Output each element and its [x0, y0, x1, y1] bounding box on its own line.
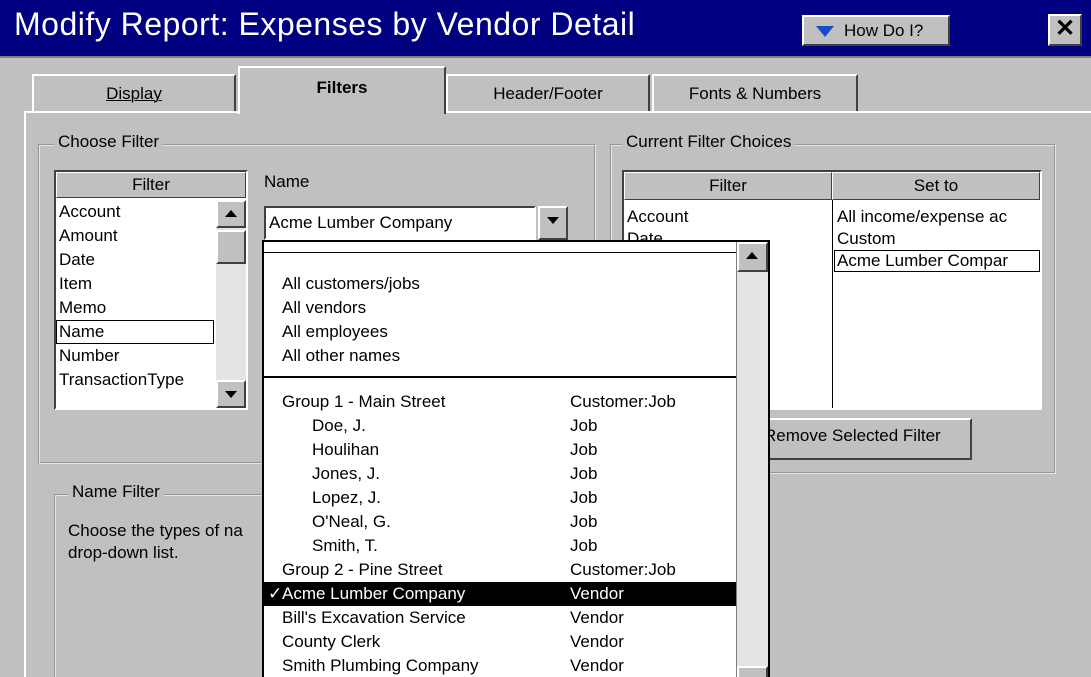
filter-item-amount[interactable]: Amount [56, 224, 214, 248]
dropdown-item-name: Smith, T. [312, 536, 378, 555]
dropdown-item[interactable]: Smith, T. Job [264, 534, 736, 558]
dropdown-group-vendors[interactable]: All vendors [282, 296, 420, 320]
name-dropdown-button[interactable] [538, 206, 568, 240]
filter-list-header: Filter [56, 172, 246, 198]
close-icon: ✕ [1054, 15, 1076, 42]
dropdown-top-divider [264, 252, 736, 253]
row-filter-account[interactable]: Account [624, 206, 832, 228]
name-combo-input[interactable]: Acme Lumber Company [264, 206, 536, 240]
dropdown-scroll-down-icon[interactable] [737, 666, 768, 677]
window-title: Modify Report: Expenses by Vendor Detail [14, 6, 636, 42]
scroll-down-icon[interactable] [216, 380, 246, 408]
dropdown-scroll-up-icon[interactable] [737, 242, 768, 272]
dropdown-item-type: Job [570, 440, 598, 459]
dropdown-item-type: Job [570, 416, 598, 435]
set-to-col-cells: All income/expense ac Custom Acme Lumber… [834, 206, 1040, 272]
dropdown-item-name: Doe, J. [312, 416, 366, 435]
dropdown-item-name: Jones, J. [312, 464, 381, 483]
tab-header-footer[interactable]: Header/Footer [446, 74, 650, 114]
dropdown-item-name: Houlihan [312, 440, 380, 459]
dropdown-item-type: Customer:Job [570, 392, 676, 411]
tab-fonts-numbers-label: Fonts & Numbers [688, 84, 822, 103]
tab-filters-label: Filters [316, 78, 368, 97]
dropdown-item-name: Smith Plumbing Company [282, 656, 479, 675]
dropdown-item-type: Vendor [570, 584, 624, 603]
dropdown-scrollbar[interactable] [736, 242, 768, 677]
filter-item-account[interactable]: Account [56, 200, 214, 224]
scroll-up-icon[interactable] [216, 200, 246, 228]
close-button[interactable]: ✕ [1048, 14, 1082, 46]
dropdown-item-name: Acme Lumber Company [282, 584, 466, 603]
filter-item-date[interactable]: Date [56, 248, 214, 272]
remove-filter-label: Remove Selected Filter [764, 426, 941, 445]
name-filter-legend: Name Filter [68, 482, 164, 502]
dropdown-item-name: O'Neal, G. [312, 512, 391, 531]
dropdown-item-type: Job [570, 488, 598, 507]
name-filter-text: Choose the types of na drop-down list. [68, 520, 243, 564]
tab-filters[interactable]: Filters [238, 66, 446, 114]
column-divider [832, 200, 833, 408]
dropdown-item-name: Group 1 - Main Street [282, 392, 446, 411]
dropdown-item[interactable]: Houlihan Job [264, 438, 736, 462]
col-set-to-header: Set to [832, 172, 1040, 200]
col-filter-header: Filter [624, 172, 832, 200]
tab-display[interactable]: Display [32, 74, 236, 114]
how-do-i-label: How Do I? [844, 21, 924, 40]
row-setto-account[interactable]: All income/expense ac [834, 206, 1040, 228]
row-setto-date[interactable]: Custom [834, 228, 1040, 250]
dropdown-item-name: Group 2 - Pine Street [282, 560, 443, 579]
dropdown-item[interactable]: Bill's Excavation Service Vendor [264, 606, 736, 630]
dropdown-item-selected[interactable]: ✓ Acme Lumber Company Vendor [264, 582, 736, 606]
checkmark-icon: ✓ [268, 584, 283, 603]
tab-fonts-numbers[interactable]: Fonts & Numbers [652, 74, 858, 114]
dropdown-item-type: Job [570, 464, 598, 483]
dropdown-item[interactable]: O'Neal, G. Job [264, 510, 736, 534]
name-filter-text-line1: Choose the types of na [68, 521, 243, 540]
filter-list-items: Account Amount Date Item Memo Name Numbe… [56, 200, 214, 392]
dropdown-item[interactable]: Jones, J. Job [264, 462, 736, 486]
tab-display-label: Display [106, 84, 162, 103]
dropdown-group-other-names[interactable]: All other names [282, 344, 420, 368]
current-filter-legend: Current Filter Choices [622, 132, 796, 152]
dropdown-item-type: Job [570, 536, 598, 555]
dropdown-item-type: Vendor [570, 608, 624, 627]
dropdown-item[interactable]: Group 2 - Pine Street Customer:Job [264, 558, 736, 582]
dropdown-section-divider [264, 376, 736, 378]
filter-list-scrollbar[interactable] [216, 200, 246, 408]
filter-item-transactiontype[interactable]: TransactionType [56, 368, 214, 392]
name-dropdown-list[interactable]: All customers/jobs All vendors All emplo… [262, 240, 770, 677]
filter-item-memo[interactable]: Memo [56, 296, 214, 320]
title-bar: Modify Report: Expenses by Vendor Detail… [0, 0, 1091, 58]
filter-item-item[interactable]: Item [56, 272, 214, 296]
filter-list[interactable]: Filter Account Amount Date Item Memo Nam… [54, 170, 248, 410]
dropdown-item[interactable]: Doe, J. Job [264, 414, 736, 438]
name-filter-text-line2: drop-down list. [68, 543, 179, 562]
dropdown-item-type: Customer:Job [570, 560, 676, 579]
dropdown-item-name: County Clerk [282, 632, 381, 651]
dropdown-groups: All customers/jobs All vendors All emplo… [282, 272, 420, 368]
dropdown-item[interactable]: Lopez, J. Job [264, 486, 736, 510]
dropdown-item[interactable]: County Clerk Vendor [264, 630, 736, 654]
dropdown-item-type: Job [570, 512, 598, 531]
dropdown-item-name: Bill's Excavation Service [282, 608, 466, 627]
dropdown-item-type: Vendor [570, 656, 624, 675]
dropdown-item-name: Lopez, J. [312, 488, 381, 507]
how-do-i-button[interactable]: How Do I? [802, 15, 950, 46]
dropdown-item-type: Vendor [570, 632, 624, 651]
row-setto-name[interactable]: Acme Lumber Compar [834, 250, 1040, 272]
dropdown-arrow-icon [816, 26, 834, 37]
tab-header-footer-label: Header/Footer [493, 84, 603, 103]
dropdown-group-employees[interactable]: All employees [282, 320, 420, 344]
dropdown-item[interactable]: Group 1 - Main Street Customer:Job [264, 390, 736, 414]
scroll-thumb[interactable] [216, 230, 246, 264]
dropdown-group-customers-jobs[interactable]: All customers/jobs [282, 272, 420, 296]
dropdown-item[interactable]: Smith Plumbing Company Vendor [264, 654, 736, 677]
choose-filter-legend: Choose Filter [54, 132, 164, 152]
filter-item-number[interactable]: Number [56, 344, 214, 368]
filter-item-name[interactable]: Name [56, 320, 214, 344]
name-label: Name [264, 172, 310, 191]
